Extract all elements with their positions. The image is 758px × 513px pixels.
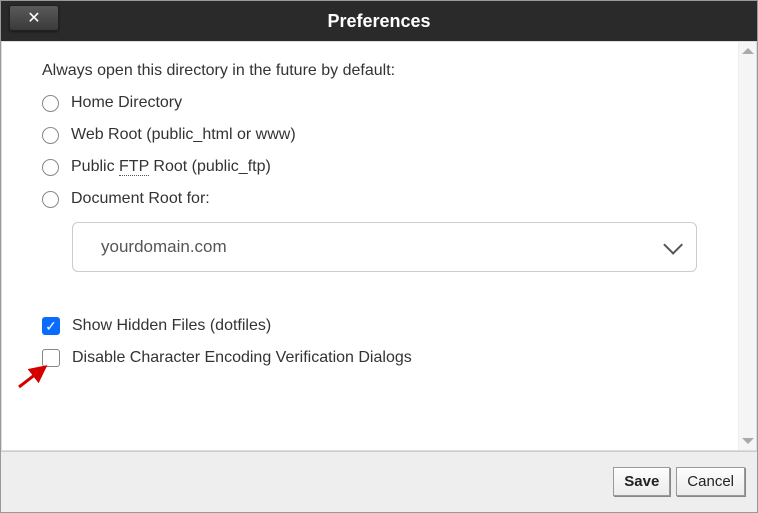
scroll-up-icon: [742, 48, 754, 54]
cancel-button[interactable]: Cancel: [676, 467, 745, 496]
dialog-titlebar: ✕ Preferences: [1, 1, 757, 41]
save-button[interactable]: Save: [613, 467, 670, 496]
chevron-down-icon: [663, 235, 683, 255]
scrollbar[interactable]: [738, 42, 756, 450]
radio-label: Document Root for:: [71, 190, 210, 208]
radio-label: Home Directory: [71, 94, 182, 112]
radio-document-root[interactable]: Document Root for:: [42, 190, 698, 208]
checkbox-label: Show Hidden Files (dotfiles): [72, 317, 271, 335]
radio-label: Web Root (public_html or www): [71, 126, 296, 144]
checkbox-show-hidden[interactable]: ✓ Show Hidden Files (dotfiles): [42, 317, 698, 335]
dialog-title: Preferences: [1, 11, 757, 32]
radio-icon: [42, 95, 59, 112]
radio-icon: [42, 191, 59, 208]
checkbox-disable-encoding[interactable]: Disable Character Encoding Verification …: [42, 349, 698, 367]
default-dir-prompt: Always open this directory in the future…: [42, 62, 698, 80]
checkbox-icon: ✓: [42, 317, 60, 335]
checkbox-icon: [42, 349, 60, 367]
checkbox-label: Disable Character Encoding Verification …: [72, 349, 412, 367]
radio-icon: [42, 127, 59, 144]
scroll-down-icon: [742, 438, 754, 444]
radio-home-directory[interactable]: Home Directory: [42, 94, 698, 112]
dialog-body: Always open this directory in the future…: [2, 42, 738, 450]
close-button[interactable]: ✕: [9, 5, 59, 31]
domain-select[interactable]: yourdomain.com: [72, 222, 697, 272]
close-icon: ✕: [27, 8, 40, 28]
select-value: yourdomain.com: [101, 237, 227, 257]
radio-icon: [42, 159, 59, 176]
radio-label: Public FTP Root (public_ftp): [71, 158, 271, 176]
dialog-footer: Save Cancel: [1, 451, 757, 511]
radio-web-root[interactable]: Web Root (public_html or www): [42, 126, 698, 144]
radio-public-ftp[interactable]: Public FTP Root (public_ftp): [42, 158, 698, 176]
